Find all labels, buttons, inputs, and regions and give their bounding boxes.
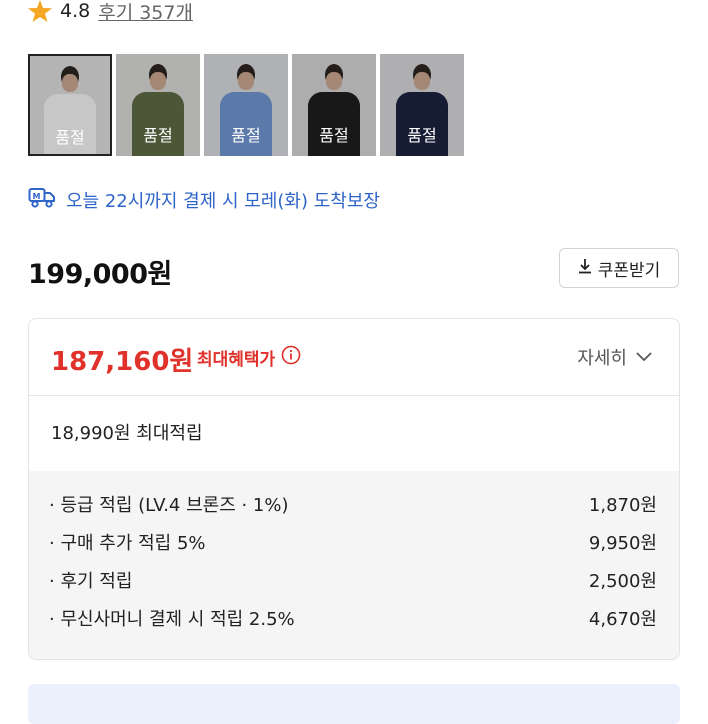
- benefit-header: 187,160원 최대혜택가 자세히: [29, 319, 679, 395]
- reviews-link[interactable]: 후기 357개: [98, 0, 193, 25]
- points-row: · 구매 추가 적립 5% 9,950원: [49, 529, 657, 555]
- soldout-label: 품절: [55, 128, 85, 147]
- points-row-label: · 구매 추가 적립 5%: [49, 533, 206, 554]
- max-benefit-label-group: 최대혜택가: [197, 345, 301, 370]
- color-thumbnail[interactable]: 품절: [28, 54, 112, 156]
- color-thumbnail[interactable]: 품절: [292, 54, 376, 156]
- color-thumbnail[interactable]: 품절: [204, 54, 288, 156]
- points-total: 18,990원 최대적립: [51, 423, 203, 444]
- svg-text:M: M: [33, 192, 41, 201]
- color-thumbnail[interactable]: 품절: [116, 54, 200, 156]
- chevron-down-icon: [635, 347, 653, 368]
- delivery-guarantee[interactable]: M 오늘 22시까지 결제 시 모레(화) 도착보장: [28, 186, 380, 213]
- points-row-value: 1,870원: [588, 495, 657, 516]
- info-banner: [28, 684, 680, 724]
- details-label: 자세히: [577, 348, 627, 369]
- points-row-value: 9,950원: [588, 533, 657, 554]
- color-options: 품절 품절 품절 품절 품절: [28, 54, 464, 156]
- points-row: · 무신사머니 결제 시 적립 2.5% 4,670원: [49, 605, 657, 631]
- points-row-label: · 무신사머니 결제 시 적립 2.5%: [49, 609, 295, 630]
- delivery-text: 오늘 22시까지 결제 시 모레(화) 도착보장: [66, 190, 380, 212]
- color-thumbnail[interactable]: 품절: [380, 54, 464, 156]
- star-icon: [28, 0, 52, 22]
- rating-value: 4.8: [60, 0, 91, 22]
- coupon-label: 쿠폰받기: [597, 260, 661, 281]
- original-price: 199,000원: [28, 259, 172, 290]
- coupon-button[interactable]: 쿠폰받기: [559, 248, 679, 288]
- points-row-label: · 등급 적립 (LV.4 브론즈 · 1%): [49, 495, 289, 516]
- points-breakdown: · 등급 적립 (LV.4 브론즈 · 1%) 1,870원 · 구매 추가 적립 …: [29, 471, 679, 659]
- soldout-label: 품절: [407, 126, 437, 145]
- benefit-card: 187,160원 최대혜택가 자세히 18,990원 최대적립 · 등급 적립 …: [28, 318, 680, 660]
- details-toggle[interactable]: 자세히: [577, 344, 653, 370]
- soldout-label: 품절: [143, 126, 173, 145]
- points-row-value: 2,500원: [588, 571, 657, 592]
- points-row-label: · 후기 적립: [49, 571, 133, 592]
- divider: [29, 395, 679, 396]
- info-icon[interactable]: [281, 345, 301, 370]
- points-row: · 등급 적립 (LV.4 브론즈 · 1%) 1,870원: [49, 491, 657, 517]
- max-benefit-label: 최대혜택가: [197, 350, 276, 370]
- rating-summary: 4.8 후기 357개: [28, 0, 193, 25]
- points-row: · 후기 적립 2,500원: [49, 567, 657, 593]
- delivery-truck-icon: M: [28, 186, 56, 213]
- max-benefit-price: 187,160원: [51, 347, 194, 377]
- soldout-label: 품절: [231, 126, 261, 145]
- download-icon: [578, 258, 592, 279]
- points-row-value: 4,670원: [588, 609, 657, 630]
- soldout-label: 품절: [319, 126, 349, 145]
